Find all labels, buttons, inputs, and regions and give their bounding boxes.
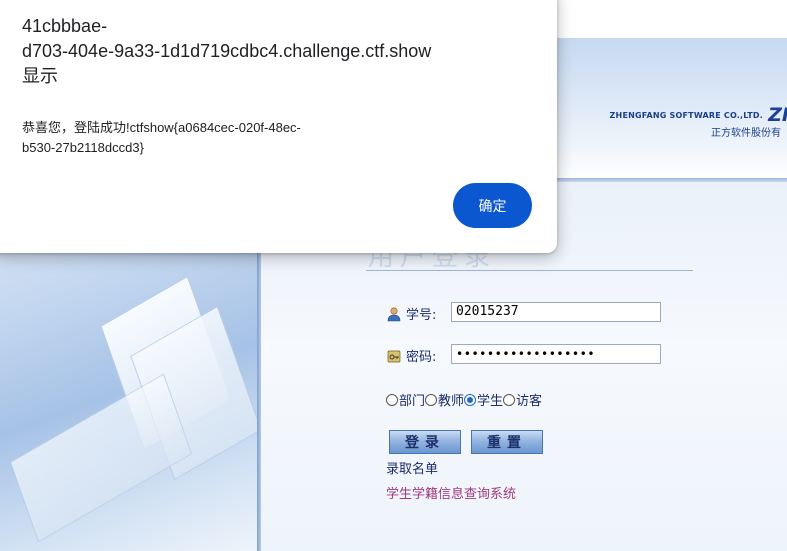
dialog-message-line: 恭喜您，登陆成功!ctfshow{a0684cec-020f-48ec-: [22, 120, 301, 135]
ok-button[interactable]: 确定: [453, 183, 532, 228]
admission-list-link[interactable]: 录取名单: [386, 458, 438, 477]
brand-logo-mark: ZI: [768, 104, 787, 126]
radio-visitor-label: 访客: [516, 394, 543, 409]
login-page: ZHENGFANG SOFTWARE CO.,LTD. 正方软件股份有 ZI 用…: [0, 0, 787, 551]
password-label: 密码:: [406, 350, 437, 365]
password-input[interactable]: ••••••••••••••••••: [451, 344, 661, 364]
radio-teacher-label: 教师: [438, 394, 465, 409]
radio-dept-label: 部门: [399, 394, 426, 409]
brand-english: ZHENGFANG SOFTWARE CO.,LTD.: [609, 111, 763, 120]
student-status-link[interactable]: 学生学籍信息查询系统: [386, 483, 516, 502]
radio-teacher[interactable]: [425, 393, 438, 406]
reset-button[interactable]: 重置: [471, 430, 543, 454]
brand-chinese: 正方软件股份有: [711, 128, 781, 139]
login-button[interactable]: 登录: [389, 430, 461, 454]
decor-paper: [9, 373, 193, 543]
radio-student[interactable]: [464, 393, 477, 406]
student-id-label: 学号:: [406, 308, 437, 323]
dialog-message: 恭喜您，登陆成功!ctfshow{a0684cec-020f-48ec- b53…: [22, 118, 422, 158]
student-id-row: 学号:: [386, 304, 436, 323]
dialog-host-line: 显示: [22, 66, 58, 86]
user-icon: [386, 306, 402, 322]
dialog-origin: 41cbbbae- d703-404e-9a33-1d1d719cdbc4.ch…: [22, 14, 522, 89]
radio-visitor[interactable]: [503, 393, 516, 406]
radio-dept[interactable]: [386, 393, 398, 406]
dialog-host-line: d703-404e-9a33-1d1d719cdbc4.challenge.ct…: [22, 41, 432, 61]
password-row: 密码:: [386, 346, 436, 365]
dialog-host-line: 41cbbbae-: [22, 16, 108, 36]
radio-student-label: 学生: [477, 394, 504, 409]
student-id-input[interactable]: 02015237: [451, 302, 661, 322]
alert-dialog: 41cbbbae- d703-404e-9a33-1d1d719cdbc4.ch…: [0, 0, 557, 253]
role-radio-group: 部门 教师 学生 访客: [386, 390, 542, 409]
key-icon: [386, 348, 402, 364]
title-underline: [366, 270, 693, 271]
dialog-message-line: b530-27b2118dccd3}: [22, 140, 144, 155]
